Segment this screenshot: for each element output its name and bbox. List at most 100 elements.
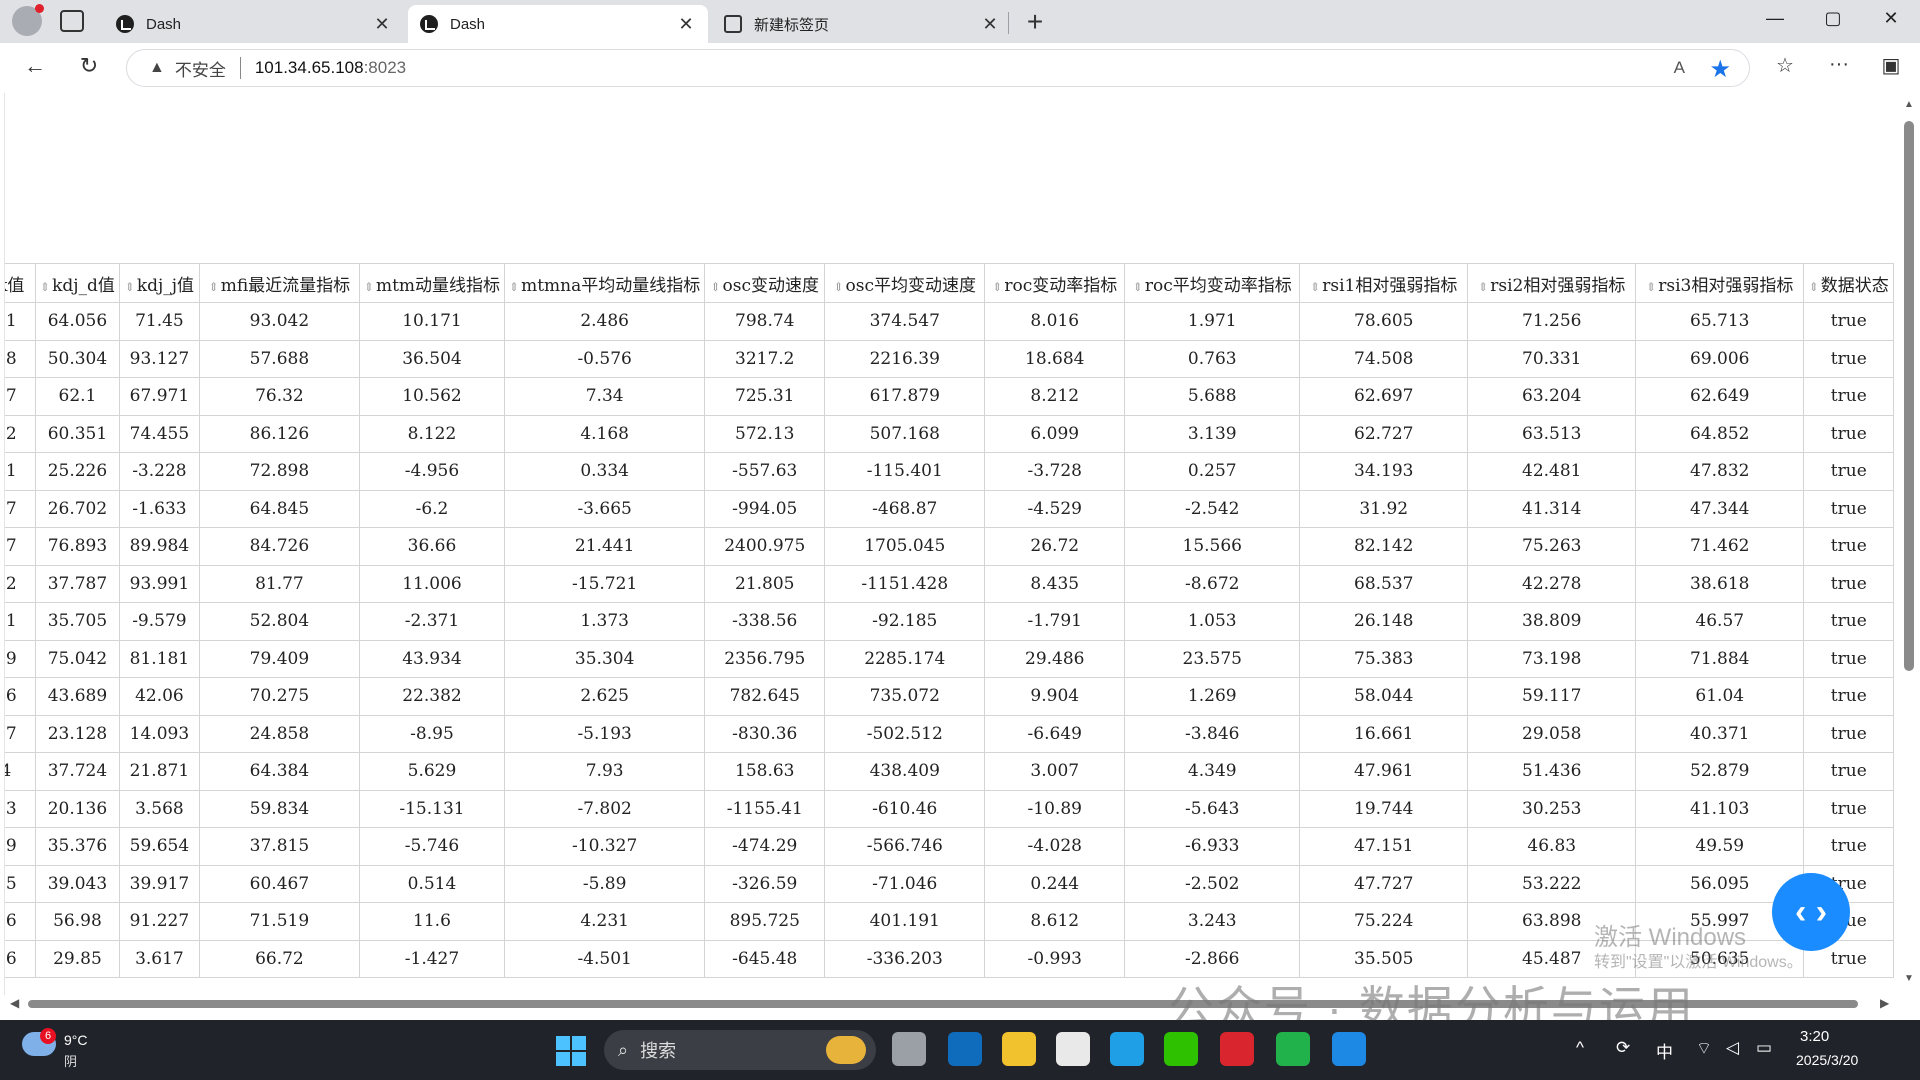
taskbar: 6 9°C 阴 ⌕ 搜索 ^ ⟳ 中 ⌔ ◁ ▭ 3:20 2025/3/20 (0, 1020, 1920, 1080)
sort-icon[interactable]: ⇕ (1809, 280, 1819, 294)
close-window-button[interactable]: ✕ (1876, 8, 1906, 29)
table-cell: -5.193 (504, 714, 706, 753)
input-method-indicator[interactable]: 中 (1656, 1038, 1673, 1063)
column-header[interactable]: ⇕ roc平均变动率指标 (1124, 263, 1301, 303)
sort-icon[interactable]: ⇕ (992, 280, 1002, 294)
profile-avatar-icon[interactable] (12, 4, 44, 36)
tab-dash-2[interactable]: Dash ✕ (408, 5, 708, 43)
column-header[interactable]: ⇕ osc平均变动速度 (824, 263, 986, 303)
sort-icon[interactable]: ⇕ (509, 280, 519, 294)
scroll-up-icon[interactable]: ▲ (1904, 99, 1914, 110)
tab-dash-1[interactable]: Dash ✕ (104, 5, 404, 43)
tab-new-tab[interactable]: 新建标签页 ✕ (712, 5, 1012, 43)
table-cell: 8.612 (984, 902, 1126, 941)
sort-icon[interactable]: ⇕ (125, 280, 135, 294)
column-header[interactable]: ⇕ mfi最近流量指标 (198, 263, 360, 303)
column-header[interactable]: ⇕ kdj_j值 (118, 263, 200, 303)
table-cell: 1.971 (1124, 302, 1301, 341)
column-header[interactable]: ⇕ 数据状态 (1803, 263, 1895, 303)
table-cell: 0.514 (358, 864, 506, 903)
favorite-star-icon[interactable]: ★ (1709, 55, 1731, 84)
table-cell: 82.142 (1299, 527, 1469, 566)
store-icon[interactable] (1056, 1032, 1090, 1066)
weather-temperature[interactable]: 9°C (64, 1032, 88, 1048)
sort-icon[interactable]: ⇕ (1310, 280, 1320, 294)
table-cell: 58.044 (1299, 677, 1469, 716)
column-header[interactable]: ⇕_k值 (5, 263, 36, 303)
clock-time[interactable]: 3:20 (1800, 1028, 1829, 1045)
column-header[interactable]: ⇕ rsi3相对强弱指标 (1635, 263, 1805, 303)
table-cell: 507.168 (824, 414, 986, 453)
scroll-left-icon[interactable]: ◀ (10, 996, 19, 1010)
sort-icon[interactable]: ⇕ (1133, 280, 1143, 294)
volume-icon[interactable]: ◁ (1726, 1038, 1739, 1058)
column-header[interactable]: ⇕ rsi1相对强弱指标 (1299, 263, 1469, 303)
wifi-icon[interactable]: ⌔ (1696, 1038, 1712, 1059)
clock-date[interactable]: 2025/3/20 (1796, 1052, 1858, 1068)
app-blue-icon[interactable] (1332, 1032, 1366, 1066)
sync-icon[interactable]: ⟳ (1616, 1038, 1630, 1058)
table-cell: 81.77 (198, 564, 360, 603)
edge-icon[interactable] (1110, 1032, 1144, 1066)
sort-icon[interactable]: ⇕ (710, 280, 720, 294)
table-cell: 741 (5, 452, 36, 491)
wechat-icon[interactable] (1164, 1032, 1198, 1066)
table-cell: 42.278 (1467, 564, 1637, 603)
table-cell: 46.57 (1635, 602, 1805, 641)
maximize-button[interactable]: ▢ (1818, 8, 1848, 29)
column-header[interactable]: ⇕ rsi2相对强弱指标 (1467, 263, 1637, 303)
tab-actions-icon[interactable] (60, 10, 84, 32)
warning-triangle-icon[interactable]: ▲ (149, 59, 165, 77)
tab-close-icon[interactable]: ✕ (980, 14, 1000, 35)
vertical-scrollbar[interactable]: ▲ ▼ (1900, 93, 1920, 995)
taskbar-search[interactable]: ⌕ 搜索 (604, 1030, 876, 1070)
scroll-down-icon[interactable]: ▼ (1904, 973, 1914, 984)
column-header[interactable]: ⇕ mtmna平均动量线指标 (504, 263, 706, 303)
new-tab-button[interactable]: + (1020, 6, 1050, 38)
column-header[interactable]: ⇕ mtm动量线指标 (358, 263, 506, 303)
task-view-icon[interactable] (892, 1032, 926, 1066)
sort-icon[interactable]: ⇕ (1478, 280, 1488, 294)
file-explorer-icon[interactable] (1002, 1032, 1036, 1066)
vertical-scroll-thumb[interactable] (1904, 121, 1914, 671)
table-cell: 3.243 (1124, 902, 1301, 941)
table-cell: 75.042 (35, 639, 120, 678)
column-header[interactable]: ⇕ roc变动率指标 (984, 263, 1126, 303)
column-header[interactable]: ⇕ kdj_d值 (35, 263, 120, 303)
code-toggle-button[interactable]: ‹ › (1772, 873, 1850, 951)
column-header[interactable]: ⇕ osc变动速度 (704, 263, 826, 303)
screen-capture-icon[interactable] (1276, 1032, 1310, 1066)
minimize-button[interactable]: — (1760, 8, 1790, 29)
sort-icon[interactable]: ⇕ (833, 280, 843, 294)
weather-condition[interactable]: 阴 (64, 1051, 77, 1070)
wps-icon[interactable] (1220, 1032, 1254, 1066)
table-cell: 91.227 (118, 902, 200, 941)
table-cell: 71.256 (1467, 302, 1637, 341)
table-cell: 3.139 (1124, 414, 1301, 453)
windows-start-icon[interactable] (556, 1036, 586, 1066)
reload-button[interactable]: ↻ (74, 53, 104, 79)
scroll-right-icon[interactable]: ▶ (1880, 996, 1889, 1010)
url-text[interactable]: 101.34.65.108:8023 (255, 58, 406, 78)
table-cell: 10.171 (358, 302, 506, 341)
sort-icon[interactable]: ⇕ (40, 280, 50, 294)
table-cell: -3.228 (118, 452, 200, 491)
tab-close-icon[interactable]: ✕ (676, 14, 696, 35)
sort-icon[interactable]: ⇕ (364, 280, 374, 294)
battery-icon[interactable]: ▭ (1756, 1038, 1772, 1058)
security-label[interactable]: 不安全 (175, 56, 226, 81)
back-button[interactable]: ← (20, 53, 50, 79)
sort-icon[interactable]: ⇕ (1646, 280, 1656, 294)
table-cell: 35.705 (35, 602, 120, 641)
tray-overflow-icon[interactable]: ^ (1576, 1038, 1584, 1058)
outlook-icon[interactable] (948, 1032, 982, 1066)
sort-icon[interactable]: ⇕ (209, 280, 219, 294)
new-tab-page-icon (724, 15, 742, 33)
favorites-icon[interactable]: ☆ (1770, 53, 1800, 78)
read-aloud-icon[interactable]: A (1674, 58, 1685, 78)
more-menu-icon[interactable]: ··· (1824, 53, 1854, 76)
tab-close-icon[interactable]: ✕ (372, 14, 392, 35)
sidebar-toggle-icon[interactable]: ▣ (1876, 53, 1906, 78)
address-bar[interactable]: ▲ 不安全 101.34.65.108:8023 A ★ (126, 49, 1750, 87)
table-cell: 31.92 (1299, 489, 1469, 528)
